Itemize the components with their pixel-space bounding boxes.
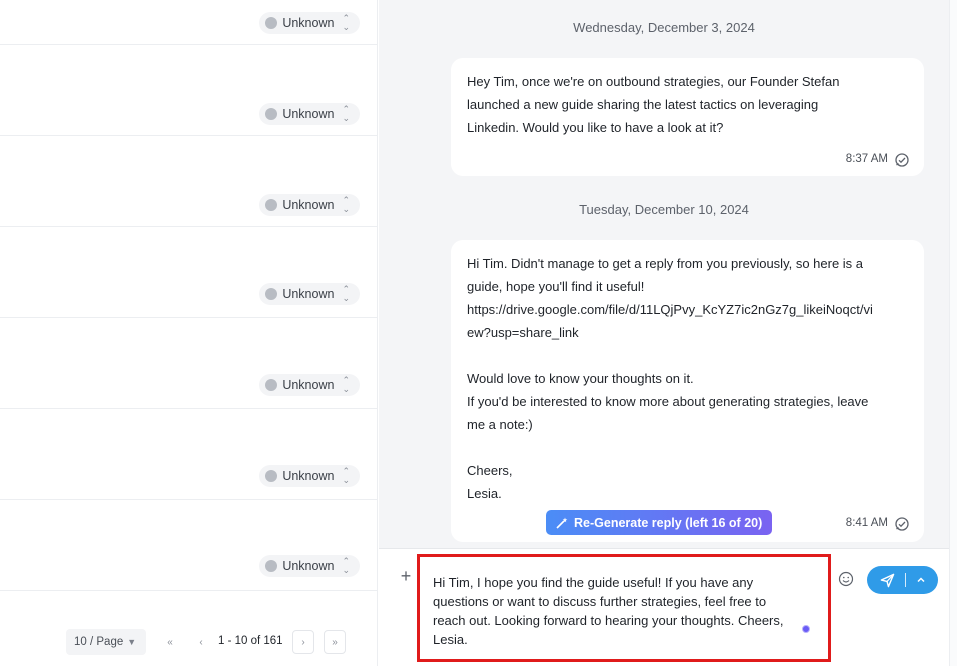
status-dot-icon [265, 470, 278, 482]
conversation-list: Unknown ⌃ ⌄ Unknown ⌃ ⌄ Unknown ⌃ ⌄ Unknown… [0, 0, 378, 666]
list-row[interactable]: Unknown ⌃ ⌄ [0, 318, 378, 409]
sort-arrows-icon: ⌃ ⌄ [342, 284, 350, 303]
message-meta: 8:37 AM [846, 148, 910, 171]
caret-down-icon: ▼ [127, 637, 137, 647]
message-line: Hey Tim, once we're on outbound strategi… [467, 74, 840, 89]
message-bubble: Hi Tim. Didn't manage to get a reply fro… [451, 240, 924, 542]
status-dropdown[interactable]: Unknown ⌃ ⌄ [259, 12, 360, 34]
send-divider [904, 573, 906, 587]
list-row[interactable]: Unknown ⌃ ⌄ [0, 500, 378, 591]
chevron-up-icon[interactable] [916, 575, 926, 585]
regenerate-label: Re-Generate reply (left 16 of 20) [574, 515, 763, 530]
status-dot-icon [265, 199, 278, 211]
status-dropdown[interactable]: Unknown ⌃ ⌄ [259, 103, 360, 125]
list-row[interactable]: Unknown ⌃ ⌄ [0, 45, 378, 136]
sort-arrows-icon: ⌃ ⌄ [342, 13, 350, 32]
status-label: Unknown [282, 559, 335, 573]
status-dropdown[interactable]: Unknown ⌃ ⌄ [259, 194, 360, 216]
status-label: Unknown [282, 287, 335, 301]
smiley-icon[interactable] [838, 571, 854, 587]
date-divider: Wednesday, December 3, 2024 [573, 20, 755, 35]
status-dot-icon [265, 17, 278, 29]
message-line: me a note:) [467, 417, 533, 432]
list-row[interactable]: Unknown ⌃ ⌄ [0, 409, 378, 500]
draft-line: Hi Tim, I hope you find the guide useful… [433, 575, 754, 590]
prev-page-icon: ‹ [199, 636, 203, 648]
message-spacer [467, 344, 908, 367]
status-dot-icon [265, 288, 278, 300]
draft-line: questions or want to discuss further str… [433, 594, 767, 609]
magic-wand-icon [556, 517, 568, 529]
message-line: If you'd be interested to know more abou… [467, 394, 869, 409]
send-button[interactable] [867, 566, 938, 594]
message-line: Cheers, [467, 463, 513, 478]
next-page-icon: › [301, 636, 305, 648]
message-link[interactable]: https://drive.google.com/file/d/11LQjPvy… [467, 298, 908, 321]
status-dot-icon [265, 560, 278, 572]
date-divider: Tuesday, December 10, 2024 [579, 202, 749, 217]
status-dropdown[interactable]: Unknown ⌃ ⌄ [259, 374, 360, 396]
status-dropdown[interactable]: Unknown ⌃ ⌄ [259, 465, 360, 487]
last-page-button[interactable]: » [324, 630, 346, 654]
next-page-button[interactable]: › [292, 630, 314, 654]
message-link[interactable]: ew?usp=share_link [467, 321, 908, 344]
draft-line: Lesia. [433, 632, 468, 647]
message-time: 8:41 AM [845, 517, 888, 529]
message-line: Hi Tim. Didn't manage to get a reply fro… [467, 256, 864, 271]
page-range: 1 - 10 of 161 [218, 635, 283, 647]
sort-arrows-icon: ⌃ ⌄ [342, 375, 350, 394]
sort-arrows-icon: ⌃ ⌄ [342, 195, 350, 214]
reply-composer: + Hi Tim, I hope you find the guide usef… [379, 548, 949, 666]
page-size-label: 10 / Page [74, 636, 124, 648]
message-spacer [467, 436, 908, 459]
message-line: Would love to know your thoughts on it. [467, 371, 694, 386]
status-label: Unknown [282, 469, 335, 483]
list-row[interactable]: Unknown ⌃ ⌄ [0, 136, 378, 227]
list-row[interactable]: Unknown ⌃ ⌄ [0, 227, 378, 318]
status-label: Unknown [282, 378, 335, 392]
first-page-icon: « [167, 636, 173, 648]
message-line: guide, hope you'll find it useful! [467, 279, 645, 294]
draft-line: reach out. Looking forward to hearing yo… [433, 613, 784, 628]
paper-plane-icon [880, 573, 894, 587]
status-label: Unknown [282, 16, 335, 30]
plus-icon[interactable]: + [397, 567, 415, 585]
page-size-select[interactable]: 10 / Page ▼ [66, 629, 146, 655]
first-page-button[interactable]: « [159, 630, 181, 654]
ai-assist-icon[interactable] [802, 625, 810, 633]
status-dot-icon [265, 108, 278, 120]
message-time: 8:37 AM [845, 153, 888, 165]
list-row[interactable]: Unknown ⌃ ⌄ [0, 0, 378, 45]
status-label: Unknown [282, 107, 335, 121]
read-receipt-icon [895, 516, 909, 531]
prev-page-button[interactable]: ‹ [190, 630, 212, 654]
regenerate-reply-button[interactable]: Re-Generate reply (left 16 of 20) [546, 510, 773, 535]
last-page-icon: » [332, 636, 338, 648]
message-line: Linkedin. Would you like to have a look … [467, 120, 724, 135]
sort-arrows-icon: ⌃ ⌄ [342, 556, 350, 575]
status-dropdown[interactable]: Unknown ⌃ ⌄ [259, 283, 360, 305]
message-line: Lesia. [467, 486, 502, 501]
sort-arrows-icon: ⌃ ⌄ [342, 466, 350, 485]
message-meta: 8:41 AM [846, 512, 910, 535]
read-receipt-icon [895, 152, 909, 167]
reply-draft-textarea[interactable]: Hi Tim, I hope you find the guide useful… [417, 554, 831, 662]
status-label: Unknown [282, 198, 335, 212]
sort-arrows-icon: ⌃ ⌄ [342, 104, 350, 123]
message-bubble: Hey Tim, once we're on outbound strategi… [451, 58, 924, 176]
scrollbar[interactable] [949, 0, 957, 666]
pagination: 10 / Page ▼ « ‹ 1 - 10 of 161 › » [0, 615, 378, 666]
status-dot-icon [265, 379, 278, 391]
message-line: launched a new guide sharing the latest … [467, 97, 819, 112]
status-dropdown[interactable]: Unknown ⌃ ⌄ [259, 555, 360, 577]
